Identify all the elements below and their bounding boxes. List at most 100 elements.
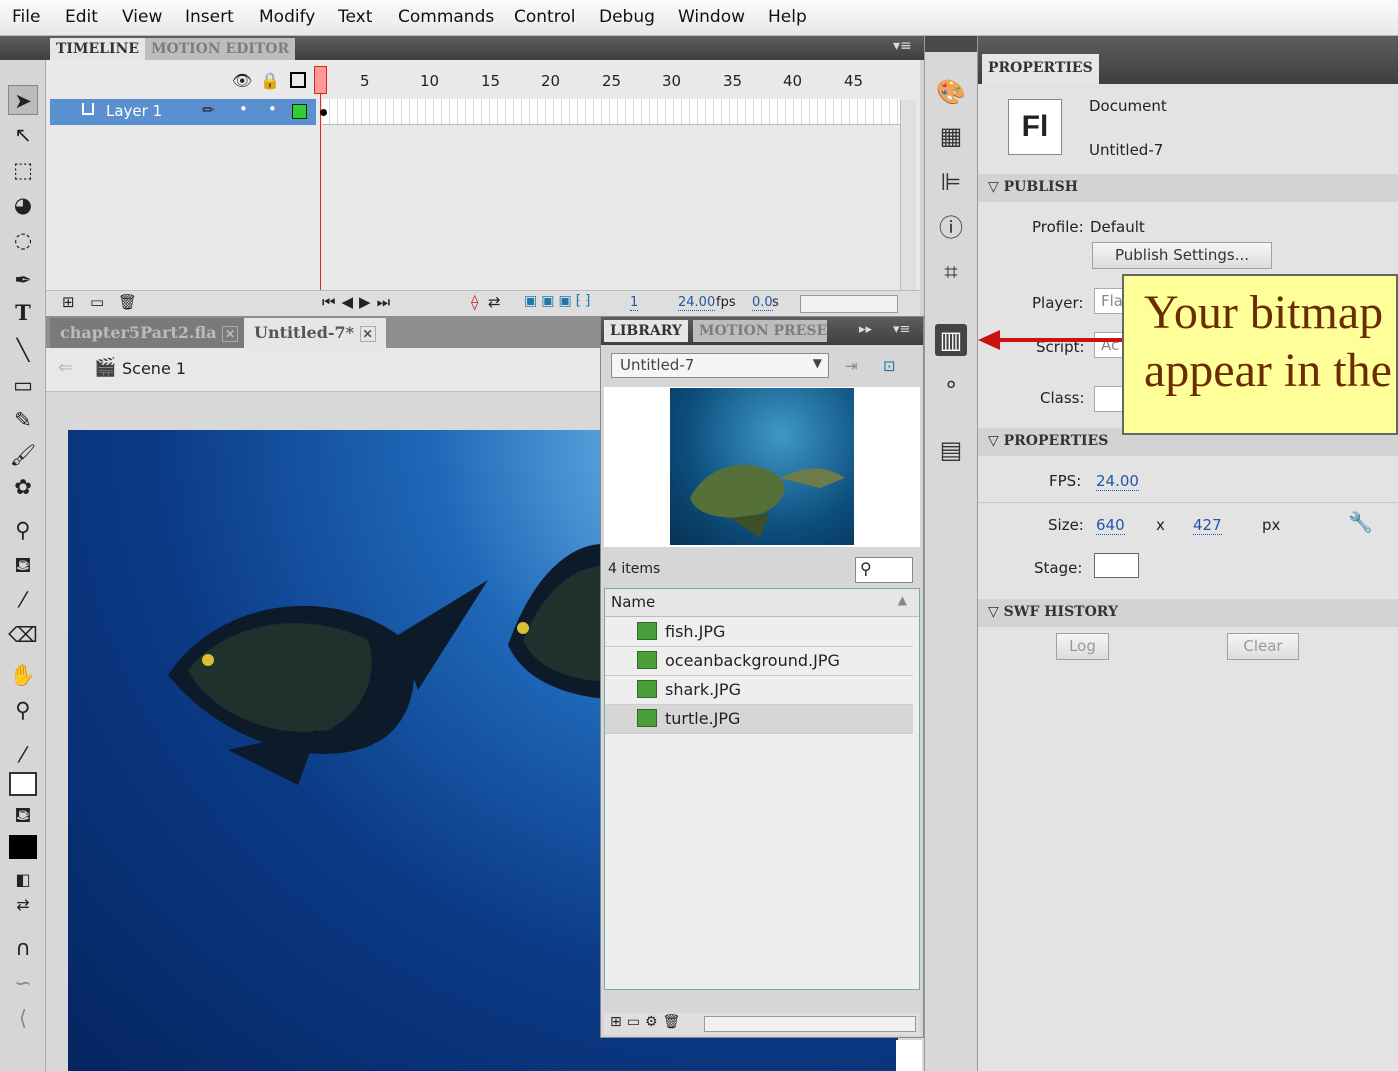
playhead[interactable] (314, 66, 327, 94)
subselection-tool-icon[interactable]: ↖ (8, 120, 38, 150)
color-icon[interactable]: 🎨 (935, 76, 967, 108)
library-document-select[interactable]: Untitled-7 ▼ (611, 353, 829, 378)
brush-tool-icon[interactable]: 🖌 (8, 440, 38, 470)
new-layer-icon[interactable]: ⊞ (62, 293, 75, 311)
new-folder-icon[interactable]: ▭ (90, 293, 104, 311)
fill-color-swatch[interactable] (9, 835, 37, 859)
swatches-icon[interactable]: ▦ (935, 120, 967, 152)
loop-icon[interactable]: ⇄ (488, 293, 501, 311)
pencil-tool-icon[interactable]: ✎ (8, 405, 38, 435)
tab-motion-editor[interactable]: MOTION EDITOR (145, 38, 296, 60)
menu-debug[interactable]: Debug (599, 7, 655, 27)
menu-insert[interactable]: Insert (185, 7, 234, 27)
new-library-panel-icon[interactable]: ⊡ (883, 357, 896, 375)
tab-properties[interactable]: PROPERTIES (982, 54, 1099, 84)
back-arrow-icon[interactable]: ⇐ (58, 357, 73, 378)
library-search-field[interactable]: ⚲ (855, 557, 913, 583)
doc-tab-chapter5[interactable]: chapter5Part2.fla ✕ (50, 318, 249, 348)
fps-value[interactable]: 24.00 (1096, 472, 1139, 491)
layer-name[interactable]: Layer 1 (106, 102, 162, 120)
menu-help[interactable]: Help (768, 7, 807, 27)
current-frame[interactable]: 1 (630, 295, 639, 311)
log-button[interactable]: Log (1056, 633, 1109, 660)
stroke-color-icon[interactable]: ⁄ (8, 740, 38, 770)
publish-section-header[interactable]: ▽ PUBLISH (978, 174, 1398, 202)
free-transform-tool-icon[interactable]: ⬚ (8, 155, 38, 185)
lock-dot-icon[interactable]: • (268, 100, 277, 118)
visibility-dot-icon[interactable]: • (239, 100, 248, 118)
close-icon[interactable]: ✕ (222, 326, 239, 342)
paint-bucket-tool-icon[interactable]: ⛾ (8, 550, 38, 580)
snap-to-objects-icon[interactable]: ∩ (8, 933, 38, 963)
column-header-name[interactable]: Name ▲ (605, 589, 919, 617)
stage-color-swatch[interactable] (1094, 553, 1139, 578)
menu-modify[interactable]: Modify (259, 7, 315, 27)
pen-tool-icon[interactable]: ✒ (8, 265, 38, 295)
components-icon[interactable]: ▤ (935, 434, 967, 466)
tab-library[interactable]: LIBRARY (604, 320, 688, 342)
line-tool-icon[interactable]: ╲ (8, 335, 38, 365)
motion-presets-icon[interactable]: ∘ (935, 368, 967, 400)
layer-row[interactable]: Layer 1 ✏ • • (50, 99, 316, 125)
outline-icon[interactable] (290, 72, 306, 88)
selection-tool-icon[interactable]: ➤ (8, 85, 38, 115)
stroke-color-swatch[interactable] (9, 772, 37, 796)
lock-icon[interactable]: 🔒 (260, 71, 280, 90)
timeline-scrollbar[interactable] (900, 100, 916, 290)
smooth-icon[interactable]: ∽ (8, 968, 38, 998)
hand-tool-icon[interactable]: ✋ (8, 660, 38, 690)
tab-timeline[interactable]: TIMELINE (50, 38, 145, 60)
menu-window[interactable]: Window (678, 7, 745, 27)
align-icon[interactable]: ⊫ (935, 166, 967, 198)
menu-edit[interactable]: Edit (65, 7, 98, 27)
swf-history-section-header[interactable]: ▽ SWF HISTORY (978, 599, 1398, 627)
zoom-tool-icon[interactable]: ⚲ (8, 695, 38, 725)
frame-cells[interactable] (320, 99, 900, 125)
library-h-scrollbar[interactable] (704, 1016, 916, 1032)
eraser-tool-icon[interactable]: ⌫ (8, 620, 38, 650)
sort-icon[interactable]: ▲ (898, 593, 907, 607)
deco-tool-icon[interactable]: ✿ (8, 472, 38, 502)
transform-icon[interactable]: ⌗ (935, 256, 967, 288)
3d-rotation-tool-icon[interactable]: ◕ (8, 190, 38, 220)
panel-menu-icon[interactable]: ▾≡ (893, 38, 912, 54)
panel-menu-icon[interactable]: ▾≡ (893, 322, 910, 337)
layer-outline-color[interactable] (292, 104, 307, 119)
publish-settings-button[interactable]: Publish Settings... (1092, 242, 1272, 269)
delete-layer-icon[interactable]: 🗑 (118, 293, 137, 311)
tab-motion-presets[interactable]: MOTION PRESET (693, 320, 827, 342)
menu-control[interactable]: Control (514, 7, 575, 27)
text-tool-icon[interactable]: T (8, 298, 38, 328)
lasso-tool-icon[interactable]: ◌ (8, 225, 38, 255)
library-item-selected[interactable]: turtle.JPG (605, 705, 913, 734)
eyedropper-tool-icon[interactable]: ⁄ (8, 585, 38, 615)
menu-file[interactable]: File (12, 7, 40, 27)
menu-commands[interactable]: Commands (398, 7, 494, 27)
pin-icon[interactable]: ⇥ (845, 357, 858, 375)
library-footer-icons[interactable]: ⊞▭⚙🗑 (610, 1014, 685, 1030)
library-icon[interactable]: ▥ (935, 324, 967, 356)
wrench-icon[interactable]: 🔧 (1348, 510, 1373, 534)
bone-tool-icon[interactable]: ⚲ (8, 515, 38, 545)
height-value[interactable]: 427 (1193, 516, 1222, 535)
info-icon[interactable]: ⓘ (935, 212, 967, 244)
library-item[interactable]: shark.JPG (605, 676, 913, 705)
onion-skin-icons[interactable]: ▣▣▣⁅⁆ (524, 293, 595, 309)
library-item[interactable]: oceanbackground.JPG (605, 647, 913, 676)
menu-text[interactable]: Text (338, 7, 372, 27)
timeline-h-scrollbar[interactable] (800, 295, 898, 313)
fill-color-icon[interactable]: ⛾ (8, 800, 38, 830)
doc-tab-untitled7[interactable]: Untitled-7* ✕ (244, 318, 386, 348)
close-icon[interactable]: ✕ (359, 326, 376, 342)
clear-button[interactable]: Clear (1227, 633, 1299, 660)
collapse-icon[interactable]: ▸▸ (859, 322, 872, 337)
straighten-icon[interactable]: ⟨ (8, 1003, 38, 1033)
elapsed-time[interactable]: 0.0 (752, 295, 773, 311)
eye-icon[interactable]: 👁 (232, 71, 252, 90)
swap-colors-icon[interactable]: ⇄ (8, 890, 38, 920)
scene-name[interactable]: Scene 1 (122, 359, 186, 378)
center-frame-icon[interactable]: ⟠ (471, 293, 478, 311)
menu-view[interactable]: View (122, 7, 162, 27)
rectangle-tool-icon[interactable]: ▭ (8, 370, 38, 400)
keyframe-icon[interactable] (320, 109, 327, 116)
